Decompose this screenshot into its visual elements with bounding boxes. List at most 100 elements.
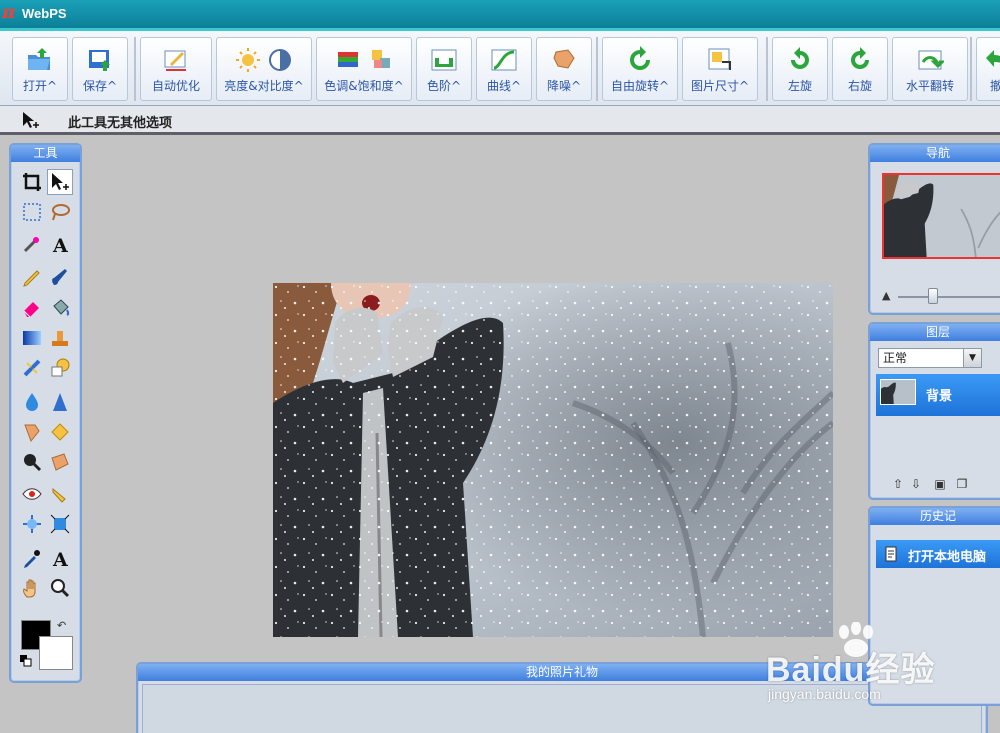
navigator-panel-title: 导航 [870, 145, 1000, 162]
new-layer-icon[interactable]: ❐ [954, 476, 970, 492]
svg-text:A: A [52, 235, 68, 255]
brightness-contrast-icon [236, 48, 291, 72]
hand-tool[interactable] [19, 575, 45, 601]
rotate-left-icon [791, 47, 809, 69]
sharpen-tool[interactable] [47, 389, 73, 415]
stamp-icon [52, 331, 68, 346]
swap-colors-icon[interactable]: ↶ [57, 619, 71, 633]
lasso-tool[interactable] [47, 199, 73, 225]
open-button[interactable]: 打开^ [12, 37, 68, 101]
undo-icon [986, 50, 1000, 67]
rotate-group: 左旋 右旋 水平翻转 [772, 37, 972, 101]
magic-wand-icon [23, 237, 39, 253]
hue-saturation-label: 色调&饱和度^ [324, 79, 404, 93]
text-tool[interactable]: A [47, 231, 73, 257]
navigator-thumbnail[interactable] [882, 173, 1000, 259]
rotate-left-label: 左旋 [787, 79, 812, 93]
rotate-right-button[interactable]: 右旋 [832, 37, 888, 101]
save-button[interactable]: 保存^ [72, 37, 128, 101]
text-tool-2[interactable]: A [47, 545, 73, 571]
blend-mode-value: 正常 [883, 351, 908, 365]
zoom-tool[interactable] [47, 575, 73, 601]
stamp-tool[interactable] [47, 325, 73, 351]
canvas-photo[interactable] [273, 283, 833, 637]
chevron-down-icon[interactable]: ▼ [963, 349, 981, 367]
levels-label: 色阶^ [426, 79, 462, 93]
smudge-tool[interactable] [47, 481, 73, 507]
rotate-right-icon [851, 47, 869, 69]
eraser-tool[interactable] [19, 295, 45, 321]
layer-up-icon[interactable]: ⇧ [890, 476, 906, 492]
move-tool[interactable] [47, 169, 73, 195]
default-colors-icon[interactable] [20, 655, 32, 667]
image-size-icon [708, 48, 731, 70]
save-icon [89, 50, 110, 71]
layer-down-icon[interactable]: ⇩ [908, 476, 924, 492]
rotate-right-label: 右旋 [847, 79, 872, 93]
layers-panel-title: 图层 [870, 324, 1000, 341]
open-label: 打开^ [22, 79, 58, 93]
options-text: 此工具无其他选项 [68, 116, 173, 131]
free-rotate-icon [630, 46, 650, 70]
transform-group: 自由旋转^ 图片尺寸^ [602, 37, 762, 101]
heal-icon [23, 359, 41, 377]
sponge-tool[interactable] [47, 449, 73, 475]
brush-icon [52, 269, 67, 285]
move-tool-icon [23, 112, 39, 128]
flip-horizontal-icon [918, 50, 944, 70]
dodge-icon [24, 424, 40, 442]
magic-wand-tool[interactable] [19, 231, 45, 257]
heal-tool[interactable] [19, 355, 45, 381]
history-item[interactable]: 打开本地电脑 [876, 540, 1000, 568]
red-eye-tool[interactable] [19, 481, 45, 507]
navigator-panel: 导航 ▲ [868, 143, 1000, 315]
free-rotate-button[interactable]: 自由旋转^ [602, 37, 678, 101]
transform-icon [50, 514, 70, 534]
file-group: 打开^ 保存^ [10, 37, 130, 101]
curves-button[interactable]: 曲线^ [476, 37, 532, 101]
gradient-tool[interactable] [19, 325, 45, 351]
crop-tool[interactable] [19, 169, 45, 195]
rotate-left-button[interactable]: 左旋 [772, 37, 828, 101]
smudge-icon [52, 487, 66, 503]
tools-panel-title: 工具 [11, 145, 80, 162]
zoom-slider-track[interactable] [898, 296, 1000, 298]
zoom-slider-handle[interactable] [928, 288, 938, 304]
folder-open-icon [28, 48, 50, 70]
tool-options-bar: 此工具无其他选项 [0, 106, 1000, 135]
marquee-icon [23, 203, 41, 221]
image-size-button[interactable]: 图片尺寸^ [682, 37, 758, 101]
brush-tool[interactable] [47, 265, 73, 291]
blend-mode-select[interactable]: 正常 ▼ [878, 348, 982, 368]
curves-icon [491, 49, 517, 71]
liquify-tool[interactable] [19, 511, 45, 537]
paint-bucket-tool[interactable] [47, 295, 73, 321]
burn-tool[interactable] [47, 419, 73, 445]
marquee-tool[interactable] [19, 199, 45, 225]
levels-button[interactable]: 色阶^ [416, 37, 472, 101]
layer-thumbnail [880, 379, 916, 405]
layer-row-background[interactable]: 背景 [876, 374, 1000, 416]
brightness-contrast-button[interactable]: 亮度&对比度^ [216, 37, 312, 101]
hue-saturation-button[interactable]: 色调&饱和度^ [316, 37, 412, 101]
layer-mask-icon[interactable]: ▣ [932, 476, 948, 492]
background-color-swatch[interactable] [39, 636, 73, 670]
zoom-lens-tool[interactable] [19, 449, 45, 475]
undo-button[interactable]: 撤 [976, 37, 1000, 101]
auto-optimize-button[interactable]: 自动优化 [140, 37, 212, 101]
shape-tool[interactable] [47, 355, 73, 381]
pencil-tool[interactable] [19, 265, 45, 291]
dodge-tool[interactable] [19, 419, 45, 445]
photo-gift-panel-title: 我的照片礼物 [138, 664, 986, 681]
transform-tool[interactable] [47, 511, 73, 537]
zoom-out-icon[interactable]: ▲ [882, 289, 890, 302]
eyedropper-tool[interactable] [19, 545, 45, 571]
svg-text:A: A [52, 549, 68, 569]
blur-tool[interactable] [19, 389, 45, 415]
curves-label: 曲线^ [486, 79, 522, 93]
flip-horizontal-button[interactable]: 水平翻转 [892, 37, 968, 101]
denoise-button[interactable]: 降噪^ [536, 37, 592, 101]
snow-portrait-image [273, 283, 833, 637]
history-item-label: 打开本地电脑 [908, 550, 987, 565]
toolbar-separator [766, 37, 768, 101]
